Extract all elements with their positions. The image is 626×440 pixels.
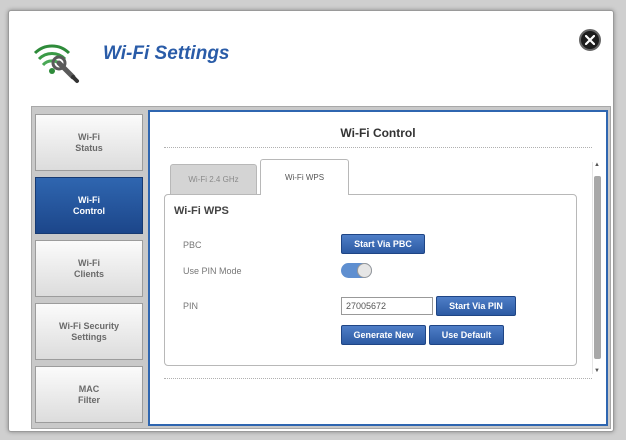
divider: [164, 147, 592, 148]
scroll-up-icon[interactable]: ▲: [594, 162, 600, 168]
sidebar-item-wifi-clients[interactable]: Wi-Fi Clients: [35, 240, 143, 297]
pin-mode-label: Use PIN Mode: [183, 266, 242, 276]
content-area: Wi-Fi Control Wi-Fi 2.4 GHz Wi-Fi WPS Wi…: [148, 110, 608, 426]
start-via-pin-button[interactable]: Start Via PIN: [436, 296, 516, 316]
scroll-down-icon[interactable]: ▼: [594, 368, 600, 374]
pin-label: PIN: [183, 301, 199, 311]
pbc-label: PBC: [183, 240, 202, 250]
tab-wifi-2-4-ghz[interactable]: Wi-Fi 2.4 GHz: [170, 164, 257, 194]
start-via-pbc-button[interactable]: Start Via PBC: [341, 234, 425, 254]
divider: [164, 378, 592, 379]
scroll-thumb[interactable]: [594, 176, 601, 359]
scrollbar[interactable]: ▲ ▼: [592, 162, 602, 374]
toggle-knob: [357, 263, 372, 278]
wps-panel: Wi-Fi WPS PBC Start Via PBC Use PIN Mode…: [164, 194, 577, 366]
wifi-wrench-icon: [29, 33, 81, 85]
close-button[interactable]: [579, 29, 601, 51]
wps-heading: Wi-Fi WPS: [174, 205, 229, 217]
settings-panel: Wi-Fi Status Wi-Fi Control Wi-Fi Clients…: [31, 106, 611, 429]
settings-window: Wi-Fi Settings Wi-Fi Status Wi-Fi Contro…: [8, 10, 614, 432]
sidebar-item-wifi-security-settings[interactable]: Wi-Fi Security Settings: [35, 303, 143, 360]
sidebar-item-wifi-status[interactable]: Wi-Fi Status: [35, 114, 143, 171]
pin-mode-toggle[interactable]: [341, 263, 372, 278]
sidebar-item-mac-filter[interactable]: MAC Filter: [35, 366, 143, 423]
close-icon: [585, 35, 595, 45]
section-title: Wi-Fi Control: [340, 126, 416, 140]
tab-wifi-wps[interactable]: Wi-Fi WPS: [260, 159, 349, 195]
pin-input[interactable]: [341, 297, 433, 315]
sidebar: Wi-Fi Status Wi-Fi Control Wi-Fi Clients…: [32, 107, 147, 428]
generate-new-button[interactable]: Generate New: [341, 325, 426, 345]
use-default-button[interactable]: Use Default: [429, 325, 504, 345]
page-title: Wi-Fi Settings: [103, 43, 230, 64]
sidebar-item-wifi-control[interactable]: Wi-Fi Control: [35, 177, 143, 234]
